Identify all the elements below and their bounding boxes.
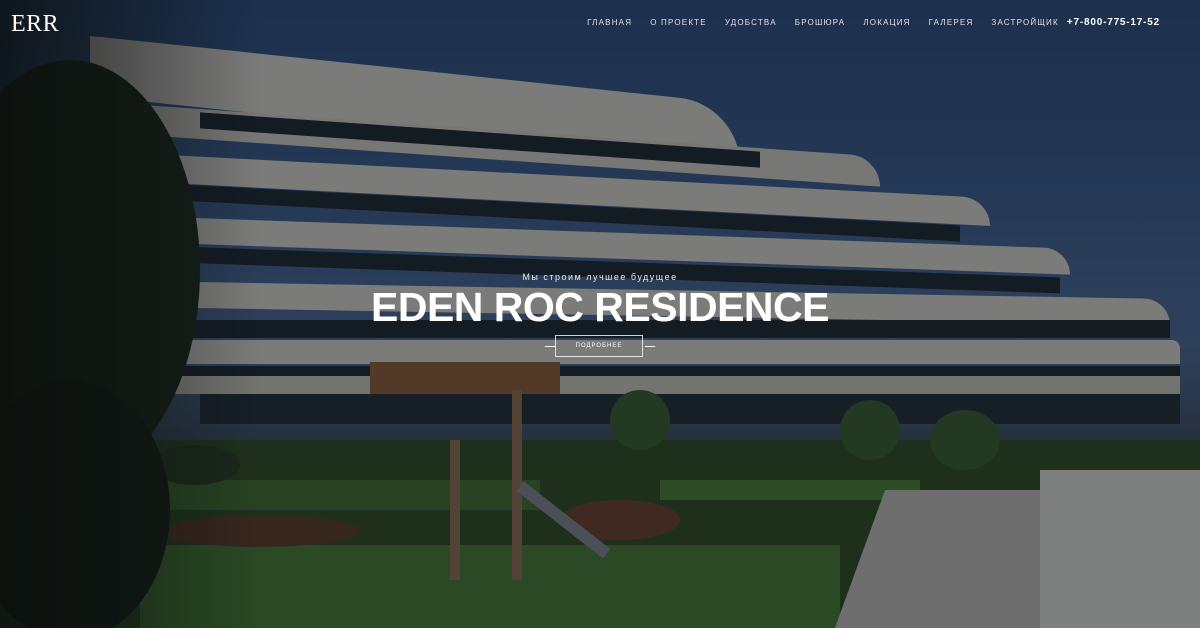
nav-item-brochure[interactable]: БРОШЮРА — [795, 18, 846, 27]
nav-item-home[interactable]: ГЛАВНАЯ — [587, 18, 632, 27]
hero-title: EDEN ROC RESIDENCE — [370, 284, 830, 330]
nav-item-location[interactable]: ЛОКАЦИЯ — [863, 18, 910, 27]
more-button[interactable]: ПОДРОБНЕЕ — [555, 335, 643, 357]
button-left-line — [545, 346, 555, 347]
nav-item-gallery[interactable]: ГАЛЕРЕЯ — [929, 18, 974, 27]
nav-item-developer[interactable]: ЗАСТРОЙЩИК — [991, 18, 1058, 27]
hero-content: Мы строим лучшее будущее EDEN ROC RESIDE… — [0, 272, 1200, 359]
hero-section: ERR ГЛАВНАЯ О ПРОЕКТЕ УДОБСТВА БРОШЮРА Л… — [0, 0, 1200, 628]
hero-tagline: Мы строим лучшее будущее — [522, 272, 678, 282]
main-nav: ГЛАВНАЯ О ПРОЕКТЕ УДОБСТВА БРОШЮРА ЛОКАЦ… — [587, 17, 1160, 28]
phone-link[interactable]: +7-800-775-17-52 — [1067, 17, 1160, 28]
site-logo[interactable]: ERR — [11, 11, 59, 38]
nav-item-amenities[interactable]: УДОБСТВА — [725, 18, 777, 27]
nav-item-about[interactable]: О ПРОЕКТЕ — [650, 18, 707, 27]
button-right-line — [645, 346, 655, 347]
more-button-wrap: ПОДРОБНЕЕ — [545, 335, 655, 359]
